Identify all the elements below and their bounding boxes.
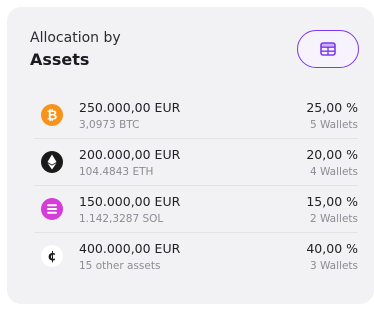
- asset-quantity: 3,0973 BTC: [79, 119, 140, 131]
- asset-percent: 15,00 %: [306, 194, 358, 209]
- asset-quantity: 104.4843 ETH: [79, 166, 154, 178]
- asset-percent: 25,00 %: [306, 100, 358, 115]
- svg-text:₿: ₿: [47, 109, 58, 124]
- allocation-card: Allocation by Assets ₿ 250.000,00 EUR 3,…: [7, 7, 374, 304]
- asset-amount: 250.000,00 EUR: [79, 100, 181, 115]
- asset-row-eth[interactable]: 200.000,00 EUR 104.4843 ETH 20,00 % 4 Wa…: [34, 139, 358, 186]
- asset-row-btc[interactable]: ₿ 250.000,00 EUR 3,0973 BTC 25,00 % 5 Wa…: [34, 92, 358, 139]
- card-title-prefix: Allocation by: [30, 30, 121, 46]
- asset-amount: 200.000,00 EUR: [79, 147, 181, 162]
- asset-amount: 400.000,00 EUR: [79, 241, 181, 256]
- asset-wallet-count: 5 Wallets: [309, 119, 358, 131]
- asset-quantity: 1.142,3287 SOL: [79, 213, 164, 225]
- bitcoin-icon: ₿: [41, 104, 63, 126]
- solana-icon: [41, 198, 63, 220]
- svg-text:¢: ¢: [47, 250, 56, 265]
- asset-list: ₿ 250.000,00 EUR 3,0973 BTC 25,00 % 5 Wa…: [34, 92, 358, 280]
- card-title: Assets: [30, 50, 90, 69]
- asset-percent: 20,00 %: [306, 147, 358, 162]
- asset-wallet-count: 2 Wallets: [309, 213, 358, 225]
- card-header: Allocation by Assets: [30, 29, 121, 71]
- asset-row-sol[interactable]: 150.000,00 EUR 1.142,3287 SOL 15,00 % 2 …: [34, 186, 358, 233]
- table-view-button[interactable]: [297, 30, 359, 68]
- table-icon: [320, 42, 336, 56]
- asset-percent: 40,00 %: [306, 241, 358, 256]
- asset-quantity: 15 other assets: [79, 260, 161, 272]
- other-assets-icon: ¢: [41, 245, 63, 267]
- asset-row-other[interactable]: ¢ 400.000,00 EUR 15 other assets 40,00 %…: [34, 233, 358, 280]
- asset-amount: 150.000,00 EUR: [79, 194, 181, 209]
- asset-wallet-count: 3 Wallets: [309, 260, 358, 272]
- asset-wallet-count: 4 Wallets: [309, 166, 358, 178]
- ethereum-icon: [41, 151, 63, 173]
